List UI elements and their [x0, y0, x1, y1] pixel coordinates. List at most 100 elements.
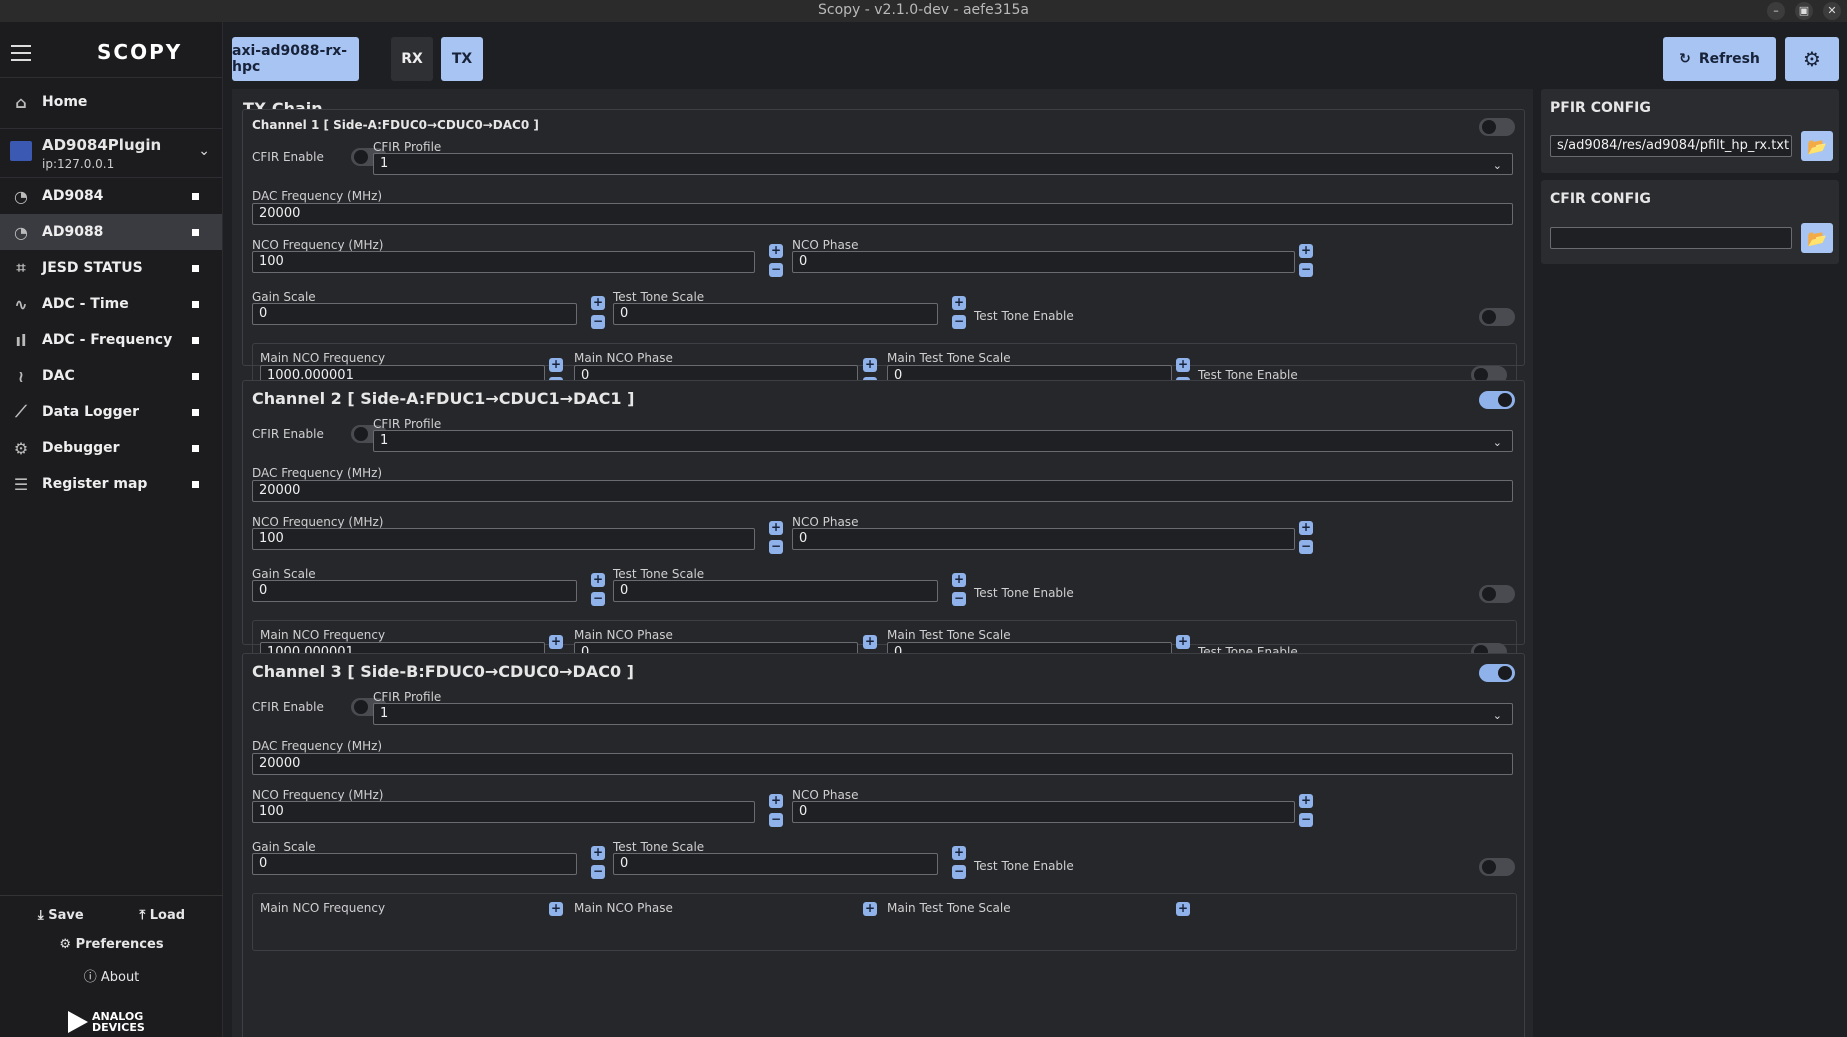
cfir-profile-select[interactable]: 1 ⌄	[373, 153, 1513, 175]
gain-scale-decrement-button[interactable]: −	[591, 592, 605, 606]
plugin-header[interactable]: AD9084Plugin ip:127.0.0.1 ⌄	[0, 128, 222, 178]
test-tone-enable-toggle[interactable]	[1479, 858, 1515, 876]
analog-devices-logo: ANALOG DEVICES	[68, 1011, 145, 1033]
cfir-path-field[interactable]	[1550, 227, 1792, 249]
nco-phase-increment-button[interactable]: +	[1299, 521, 1313, 535]
nco-phase-increment-button[interactable]: +	[1299, 244, 1313, 258]
nco-frequency-increment-button[interactable]: +	[769, 244, 783, 258]
tab-device[interactable]: axi-ad9088-rx-hpc	[232, 37, 359, 81]
cfir-title: CFIR CONFIG	[1550, 191, 1651, 207]
sidebar-item-adc-frequency[interactable]: ıl ADC - Frequency	[0, 322, 222, 358]
test-tone-scale-increment-button[interactable]: +	[952, 296, 966, 310]
nco-frequency-label: NCO Frequency (MHz)	[252, 515, 384, 529]
channel-enable-toggle[interactable]	[1479, 118, 1515, 136]
status-indicator	[192, 373, 199, 380]
refresh-label: Refresh	[1698, 51, 1760, 67]
pfir-path-field[interactable]: s/ad9084/res/ad9084/pfilt_hp_rx.txt	[1550, 135, 1792, 157]
pfir-browse-button[interactable]: 📂	[1801, 131, 1833, 161]
sidebar-item-ad9084[interactable]: ◔ AD9084	[0, 178, 222, 214]
nco-phase-decrement-button[interactable]: −	[1299, 263, 1313, 277]
nco-phase-field[interactable]: 0	[792, 801, 1295, 823]
test-tone-scale-field[interactable]: 0	[613, 580, 938, 602]
cfir-profile-select[interactable]: 1 ⌄	[373, 430, 1513, 452]
gain-scale-decrement-button[interactable]: −	[591, 315, 605, 329]
tab-tx[interactable]: TX	[441, 37, 483, 81]
nco-frequency-field[interactable]: 100	[252, 801, 755, 823]
sidebar-item-home[interactable]: ⌂ Home	[0, 84, 222, 120]
test-tone-scale-field[interactable]: 0	[613, 303, 938, 325]
load-button[interactable]: ⤒ Load	[139, 908, 185, 923]
channel-title: Channel 1 [ Side-A:FDUC0→CDUC0→DAC0 ]	[252, 118, 539, 132]
jesd-icon: ⌗	[16, 258, 26, 277]
gain-scale-increment-button[interactable]: +	[591, 846, 605, 860]
dac-frequency-field[interactable]: 20000	[252, 203, 1513, 225]
nco-frequency-increment-button[interactable]: +	[769, 521, 783, 535]
nco-frequency-decrement-button[interactable]: −	[769, 540, 783, 554]
test-tone-scale-field[interactable]: 0	[613, 853, 938, 875]
register-map-icon: ☰	[13, 474, 29, 494]
menu-icon[interactable]	[11, 45, 31, 66]
test-tone-scale-decrement-button[interactable]: −	[952, 592, 966, 606]
main-nco-phase-increment-button[interactable]: +	[863, 902, 877, 916]
sidebar-item-data-logger[interactable]: ⟋ Data Logger	[0, 394, 222, 430]
brand-line2: DEVICES	[92, 1021, 145, 1034]
nco-frequency-field[interactable]: 100	[252, 528, 755, 550]
dac-frequency-field[interactable]: 20000	[252, 753, 1513, 775]
status-indicator	[192, 445, 199, 452]
nco-phase-increment-button[interactable]: +	[1299, 794, 1313, 808]
minimize-button[interactable]: –	[1767, 2, 1785, 20]
gain-scale-field[interactable]: 0	[252, 853, 577, 875]
nco-frequency-decrement-button[interactable]: −	[769, 263, 783, 277]
nco-frequency-decrement-button[interactable]: −	[769, 813, 783, 827]
main-test-tone-scale-increment-button[interactable]: +	[1176, 635, 1190, 649]
main-nco-frequency-increment-button[interactable]: +	[549, 635, 563, 649]
main-nco-phase-label: Main NCO Phase	[574, 901, 673, 915]
nco-phase-decrement-button[interactable]: −	[1299, 813, 1313, 827]
sidebar-item-debugger[interactable]: ⚙ Debugger	[0, 430, 222, 466]
nco-frequency-increment-button[interactable]: +	[769, 794, 783, 808]
refresh-button[interactable]: ↻ Refresh	[1663, 37, 1776, 81]
main-test-tone-scale-increment-button[interactable]: +	[1176, 902, 1190, 916]
main-nco-phase-increment-button[interactable]: +	[863, 635, 877, 649]
sidebar-item-label: AD9084	[42, 188, 104, 204]
sidebar-item-dac[interactable]: ≀ DAC	[0, 358, 222, 394]
channel-enable-toggle[interactable]	[1479, 664, 1515, 682]
gain-scale-increment-button[interactable]: +	[591, 573, 605, 587]
settings-button[interactable]: ⚙	[1785, 37, 1839, 81]
sidebar-item-jesd-status[interactable]: ⌗ JESD STATUS	[0, 250, 222, 286]
dac-frequency-field[interactable]: 20000	[252, 480, 1513, 502]
cfir-profile-label: CFIR Profile	[373, 417, 442, 431]
main-test-tone-scale-increment-button[interactable]: +	[1176, 358, 1190, 372]
sidebar-item-adc-time[interactable]: ∿ ADC - Time	[0, 286, 222, 322]
test-tone-scale-increment-button[interactable]: +	[952, 846, 966, 860]
test-tone-scale-decrement-button[interactable]: −	[952, 865, 966, 879]
nco-phase-field[interactable]: 0	[792, 251, 1295, 273]
sidebar-item-register-map[interactable]: ☰ Register map	[0, 466, 222, 502]
chevron-down-icon[interactable]: ⌄	[198, 143, 210, 159]
maximize-button[interactable]: ▣	[1795, 2, 1813, 20]
gain-scale-decrement-button[interactable]: −	[591, 865, 605, 879]
preferences-button[interactable]: ⚙ Preferences	[0, 937, 223, 952]
gain-scale-field[interactable]: 0	[252, 303, 577, 325]
gain-scale-field[interactable]: 0	[252, 580, 577, 602]
about-button[interactable]: ⓘ About	[0, 966, 223, 985]
main-nco-frequency-increment-button[interactable]: +	[549, 902, 563, 916]
test-tone-enable-toggle[interactable]	[1479, 308, 1515, 326]
save-button[interactable]: ⤓ Save	[38, 908, 84, 923]
tab-rx[interactable]: RX	[391, 37, 433, 81]
cfir-browse-button[interactable]: 📂	[1801, 223, 1833, 253]
main-nco-frequency-increment-button[interactable]: +	[549, 358, 563, 372]
sidebar-item-ad9088[interactable]: ◔ AD9088	[0, 214, 222, 250]
nco-phase-label: NCO Phase	[792, 788, 859, 802]
gain-scale-increment-button[interactable]: +	[591, 296, 605, 310]
main-nco-phase-increment-button[interactable]: +	[863, 358, 877, 372]
cfir-profile-select[interactable]: 1 ⌄	[373, 703, 1513, 725]
nco-phase-decrement-button[interactable]: −	[1299, 540, 1313, 554]
nco-phase-field[interactable]: 0	[792, 528, 1295, 550]
test-tone-enable-toggle[interactable]	[1479, 585, 1515, 603]
channel-enable-toggle[interactable]	[1479, 391, 1515, 409]
test-tone-scale-increment-button[interactable]: +	[952, 573, 966, 587]
test-tone-scale-decrement-button[interactable]: −	[952, 315, 966, 329]
nco-frequency-field[interactable]: 100	[252, 251, 755, 273]
close-button[interactable]: ✕	[1823, 2, 1841, 20]
